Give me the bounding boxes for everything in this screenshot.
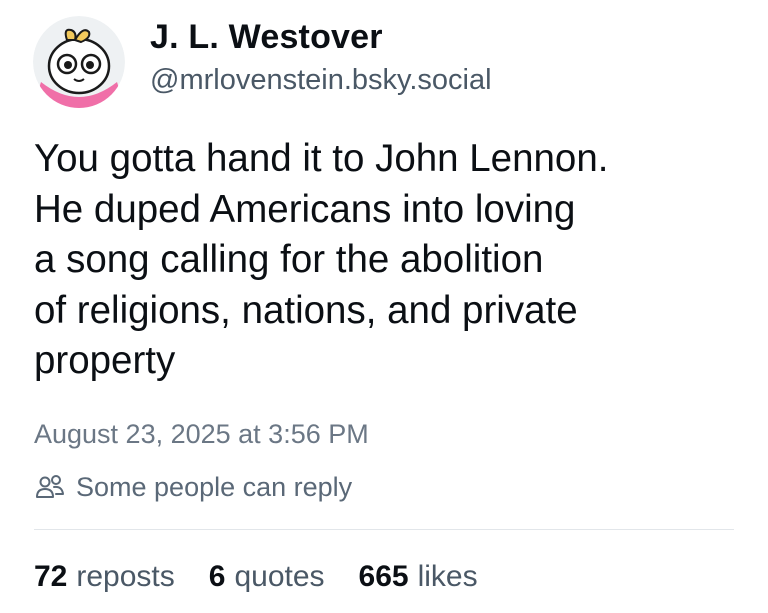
quotes-stat[interactable]: 6 quotes bbox=[209, 560, 325, 594]
quotes-count: 6 bbox=[208, 560, 226, 593]
reposts-count: 72 bbox=[34, 560, 68, 593]
post-text-line: He duped Americans into loving bbox=[34, 187, 576, 231]
people-icon bbox=[34, 471, 66, 503]
post-text-line: a song calling for the abolition bbox=[34, 238, 544, 281]
likes-stat[interactable]: 665 likes bbox=[359, 560, 478, 594]
reply-setting[interactable]: Some people can reply bbox=[34, 470, 352, 504]
reply-setting-label: Some people can reply bbox=[76, 471, 353, 502]
post-timestamp[interactable]: August 23, 2025 at 3:56 PM bbox=[34, 419, 369, 450]
divider bbox=[34, 529, 734, 530]
cartoon-face-avatar-icon bbox=[33, 16, 125, 108]
quotes-label: quotes bbox=[234, 560, 325, 593]
likes-label: likes bbox=[417, 560, 478, 593]
reposts-label: reposts bbox=[76, 560, 175, 593]
post-text-line: property bbox=[34, 339, 176, 382]
post-text-line: You gotta hand it to John Lennon. bbox=[34, 137, 609, 180]
post-card: J. L. Westover @mrlovenstein.bsky.social… bbox=[0, 0, 768, 613]
post-text: You gotta hand it to John Lennon. He dup… bbox=[34, 134, 734, 387]
post-text-line: of religions, nations, and private bbox=[34, 288, 578, 332]
likes-count: 665 bbox=[358, 560, 409, 593]
display-name[interactable]: J. L. Westover bbox=[150, 18, 383, 57]
engagement-stats: 72 reposts 6 quotes 665 likes bbox=[34, 560, 512, 594]
reposts-stat[interactable]: 72 reposts bbox=[34, 560, 175, 594]
user-handle[interactable]: @mrlovenstein.bsky.social bbox=[150, 64, 492, 97]
avatar[interactable] bbox=[33, 16, 125, 108]
